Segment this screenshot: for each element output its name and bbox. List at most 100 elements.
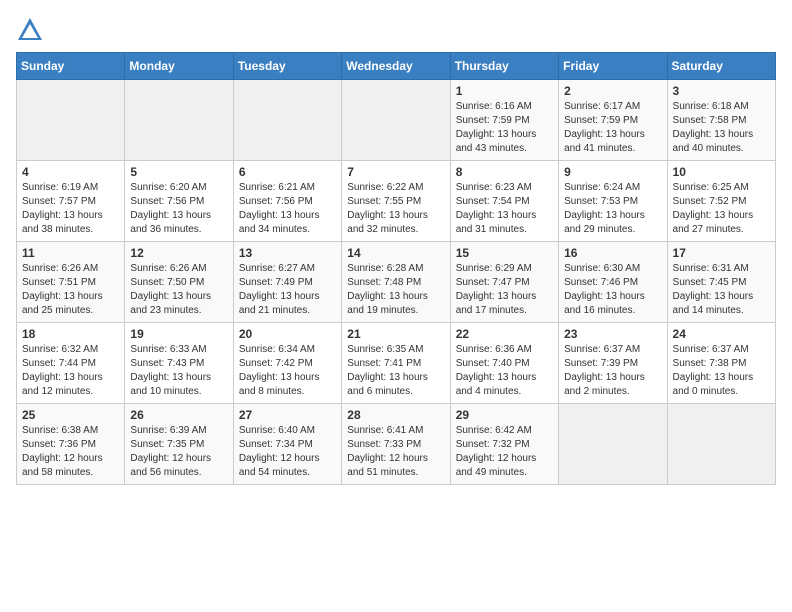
calendar-table: SundayMondayTuesdayWednesdayThursdayFrid…	[16, 52, 776, 485]
day-number: 15	[456, 246, 553, 260]
day-number: 29	[456, 408, 553, 422]
calendar-cell: 22 Sunrise: 6:36 AMSunset: 7:40 PMDayligh…	[450, 323, 558, 404]
calendar-cell: 5Sunrise: 6:20 AMSunset: 7:56 PMDaylight…	[125, 161, 233, 242]
day-number: 4	[22, 165, 119, 179]
calendar-cell	[342, 80, 450, 161]
calendar-cell	[667, 404, 775, 485]
day-header-saturday: Saturday	[667, 53, 775, 80]
day-number: 21	[347, 327, 444, 341]
day-number: 16	[564, 246, 661, 260]
day-number: 19	[130, 327, 227, 341]
calendar-cell: 12 Sunrise: 6:26 AMSunset: 7:50 PMDayligh…	[125, 242, 233, 323]
day-number: 5	[130, 165, 227, 179]
day-header-wednesday: Wednesday	[342, 53, 450, 80]
day-info: Sunrise: 6:35 AMSunset: 7:41 PMDaylight:…	[347, 343, 444, 399]
calendar-cell: 14 Sunrise: 6:28 AMSunset: 7:48 PMDayligh…	[342, 242, 450, 323]
header	[16, 16, 776, 44]
day-info: Sunrise: 6:26 AMSunset: 7:50 PMDaylight:…	[130, 262, 227, 318]
calendar-cell: 21 Sunrise: 6:35 AMSunset: 7:41 PMDayligh…	[342, 323, 450, 404]
day-info: Sunrise: 6:19 AMSunset: 7:57 PMDaylight:…	[22, 181, 119, 237]
day-number: 1	[456, 84, 553, 98]
calendar-cell: 10Sunrise: 6:25 AMSunset: 7:52 PMDayligh…	[667, 161, 775, 242]
calendar-cell: 8 Sunrise: 6:23 AMSunset: 7:54 PMDaylight…	[450, 161, 558, 242]
day-number: 25	[22, 408, 119, 422]
day-number: 6	[239, 165, 336, 179]
day-number: 12	[130, 246, 227, 260]
day-number: 2	[564, 84, 661, 98]
day-info: Sunrise: 6:37 AMSunset: 7:38 PMDaylight:…	[673, 343, 770, 399]
day-header-monday: Monday	[125, 53, 233, 80]
day-info: Sunrise: 6:38 AMSunset: 7:36 PMDaylight:…	[22, 424, 119, 480]
calendar-cell	[125, 80, 233, 161]
calendar-cell: 9Sunrise: 6:24 AMSunset: 7:53 PMDaylight…	[559, 161, 667, 242]
day-header-tuesday: Tuesday	[233, 53, 341, 80]
day-info: Sunrise: 6:21 AMSunset: 7:56 PMDaylight:…	[239, 181, 336, 237]
calendar-cell: 20 Sunrise: 6:34 AMSunset: 7:42 PMDayligh…	[233, 323, 341, 404]
calendar-cell: 3 Sunrise: 6:18 AMSunset: 7:58 PMDaylight…	[667, 80, 775, 161]
calendar-cell	[17, 80, 125, 161]
day-number: 8	[456, 165, 553, 179]
calendar-cell: 13Sunrise: 6:27 AMSunset: 7:49 PMDayligh…	[233, 242, 341, 323]
week-row-4: 18 Sunrise: 6:32 AMSunset: 7:44 PMDayligh…	[17, 323, 776, 404]
day-number: 27	[239, 408, 336, 422]
calendar-cell: 15 Sunrise: 6:29 AMSunset: 7:47 PMDayligh…	[450, 242, 558, 323]
calendar-cell: 17 Sunrise: 6:31 AMSunset: 7:45 PMDayligh…	[667, 242, 775, 323]
day-info: Sunrise: 6:32 AMSunset: 7:44 PMDaylight:…	[22, 343, 119, 399]
day-info: Sunrise: 6:24 AMSunset: 7:53 PMDaylight:…	[564, 181, 661, 237]
calendar-cell: 24 Sunrise: 6:37 AMSunset: 7:38 PMDayligh…	[667, 323, 775, 404]
day-number: 28	[347, 408, 444, 422]
calendar-cell: 4 Sunrise: 6:19 AMSunset: 7:57 PMDaylight…	[17, 161, 125, 242]
day-info: Sunrise: 6:36 AMSunset: 7:40 PMDaylight:…	[456, 343, 553, 399]
day-number: 11	[22, 246, 119, 260]
day-info: Sunrise: 6:42 AMSunset: 7:32 PMDaylight:…	[456, 424, 553, 480]
logo-icon	[16, 16, 44, 44]
day-info: Sunrise: 6:37 AMSunset: 7:39 PMDaylight:…	[564, 343, 661, 399]
calendar-cell: 2 Sunrise: 6:17 AMSunset: 7:59 PMDaylight…	[559, 80, 667, 161]
day-info: Sunrise: 6:39 AMSunset: 7:35 PMDaylight:…	[130, 424, 227, 480]
calendar-cell: 18 Sunrise: 6:32 AMSunset: 7:44 PMDayligh…	[17, 323, 125, 404]
day-number: 23	[564, 327, 661, 341]
calendar-cell: 27 Sunrise: 6:40 AMSunset: 7:34 PMDayligh…	[233, 404, 341, 485]
day-info: Sunrise: 6:28 AMSunset: 7:48 PMDaylight:…	[347, 262, 444, 318]
day-info: Sunrise: 6:41 AMSunset: 7:33 PMDaylight:…	[347, 424, 444, 480]
day-number: 7	[347, 165, 444, 179]
day-info: Sunrise: 6:30 AMSunset: 7:46 PMDaylight:…	[564, 262, 661, 318]
day-number: 17	[673, 246, 770, 260]
day-number: 20	[239, 327, 336, 341]
day-number: 18	[22, 327, 119, 341]
week-row-5: 25 Sunrise: 6:38 AMSunset: 7:36 PMDayligh…	[17, 404, 776, 485]
day-info: Sunrise: 6:29 AMSunset: 7:47 PMDaylight:…	[456, 262, 553, 318]
day-number: 13	[239, 246, 336, 260]
calendar-cell: 19 Sunrise: 6:33 AMSunset: 7:43 PMDayligh…	[125, 323, 233, 404]
week-row-1: 1 Sunrise: 6:16 AMSunset: 7:59 PMDaylight…	[17, 80, 776, 161]
day-info: Sunrise: 6:33 AMSunset: 7:43 PMDaylight:…	[130, 343, 227, 399]
day-number: 3	[673, 84, 770, 98]
day-header-sunday: Sunday	[17, 53, 125, 80]
day-number: 22	[456, 327, 553, 341]
calendar-cell: 23 Sunrise: 6:37 AMSunset: 7:39 PMDayligh…	[559, 323, 667, 404]
calendar-cell: 11Sunrise: 6:26 AMSunset: 7:51 PMDayligh…	[17, 242, 125, 323]
calendar-cell: 25 Sunrise: 6:38 AMSunset: 7:36 PMDayligh…	[17, 404, 125, 485]
day-header-thursday: Thursday	[450, 53, 558, 80]
calendar-cell	[233, 80, 341, 161]
calendar-cell: 28 Sunrise: 6:41 AMSunset: 7:33 PMDayligh…	[342, 404, 450, 485]
day-info: Sunrise: 6:34 AMSunset: 7:42 PMDaylight:…	[239, 343, 336, 399]
day-number: 10	[673, 165, 770, 179]
day-info: Sunrise: 6:40 AMSunset: 7:34 PMDaylight:…	[239, 424, 336, 480]
calendar-cell	[559, 404, 667, 485]
week-row-2: 4 Sunrise: 6:19 AMSunset: 7:57 PMDaylight…	[17, 161, 776, 242]
day-header-friday: Friday	[559, 53, 667, 80]
day-info: Sunrise: 6:16 AMSunset: 7:59 PMDaylight:…	[456, 100, 553, 156]
day-info: Sunrise: 6:17 AMSunset: 7:59 PMDaylight:…	[564, 100, 661, 156]
day-number: 14	[347, 246, 444, 260]
day-number: 24	[673, 327, 770, 341]
calendar-cell: 1 Sunrise: 6:16 AMSunset: 7:59 PMDaylight…	[450, 80, 558, 161]
day-info: Sunrise: 6:18 AMSunset: 7:58 PMDaylight:…	[673, 100, 770, 156]
day-info: Sunrise: 6:23 AMSunset: 7:54 PMDaylight:…	[456, 181, 553, 237]
day-number: 26	[130, 408, 227, 422]
calendar-cell: 6 Sunrise: 6:21 AMSunset: 7:56 PMDaylight…	[233, 161, 341, 242]
week-row-3: 11Sunrise: 6:26 AMSunset: 7:51 PMDayligh…	[17, 242, 776, 323]
logo	[16, 16, 48, 44]
day-info: Sunrise: 6:31 AMSunset: 7:45 PMDaylight:…	[673, 262, 770, 318]
calendar-cell: 7Sunrise: 6:22 AMSunset: 7:55 PMDaylight…	[342, 161, 450, 242]
